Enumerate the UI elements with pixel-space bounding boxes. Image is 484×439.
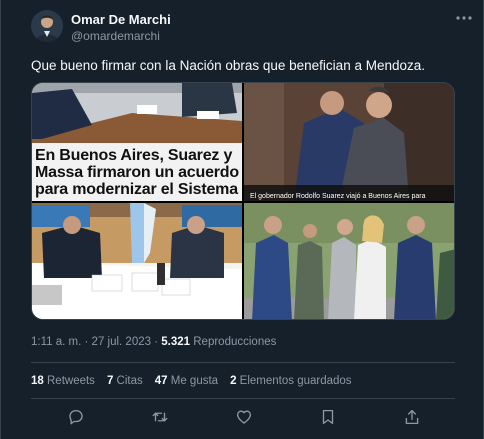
media-image-3[interactable] (32, 203, 242, 319)
bookmark-icon (322, 409, 334, 425)
meta-separator: · (84, 336, 89, 348)
retweet-icon (152, 412, 168, 422)
quotes-stat[interactable]: 7 Citas (107, 375, 143, 387)
quotes-count: 7 (106, 375, 114, 387)
avatar[interactable] (31, 10, 63, 42)
likes-stat[interactable]: 47 Me gusta (155, 375, 218, 387)
share-button[interactable] (401, 406, 423, 428)
share-icon (405, 409, 419, 425)
media-image-4[interactable] (244, 203, 454, 319)
author-name[interactable]: Omar De Marchi (71, 12, 171, 27)
bookmarks-label: Elementos guardados (239, 375, 352, 387)
media-headline: En Buenos Aires, Suarez y Massa firmaron… (35, 147, 239, 198)
media-caption: El gobernador Rodolfo Suarez viajó a Bue… (250, 193, 426, 200)
like-button[interactable] (233, 406, 255, 428)
meta-separator: · (154, 336, 159, 348)
bookmark-button[interactable] (317, 406, 339, 428)
author-handle[interactable]: @omardemarchi (71, 29, 160, 43)
likes-count: 47 (154, 375, 168, 387)
more-options-button[interactable] (453, 10, 475, 26)
bookmarks-count: 2 (230, 375, 237, 387)
views-label: Reproducciones (193, 336, 277, 348)
retweets-label: Retweets (47, 375, 95, 387)
bookmarks-stat[interactable]: 2 Elementos guardados (230, 375, 352, 387)
tweet-text: Que bueno firmar con la Nación obras que… (31, 58, 425, 73)
retweets-stat[interactable]: 18 Retweets (31, 375, 95, 387)
tweet-stats: 18 Retweets 7 Citas 47 Me gusta 2 Elemen… (31, 375, 352, 387)
action-bar (31, 406, 455, 430)
likes-label: Me gusta (170, 375, 219, 387)
media-grid: En Buenos Aires, Suarez y Massa firmaron… (31, 82, 455, 320)
quotes-label: Citas (116, 375, 143, 387)
tweet-time[interactable]: 1:11 a. m. (31, 336, 81, 348)
views-count: 5.321 (161, 336, 191, 348)
tweet-card: Omar De Marchi @omardemarchi Que bueno f… (0, 0, 484, 439)
more-icon (456, 16, 472, 20)
tweet-meta: 1:11 a. m. · 27 jul. 2023 · 5.321 Reprod… (31, 336, 276, 348)
retweet-button[interactable] (149, 406, 171, 428)
reply-button[interactable] (65, 406, 87, 428)
divider (31, 398, 455, 399)
tweet-date[interactable]: 27 jul. 2023 (92, 336, 151, 348)
media-image-2[interactable]: El gobernador Rodolfo Suarez viajó a Bue… (244, 83, 454, 201)
media-image-1[interactable]: En Buenos Aires, Suarez y Massa firmaron… (32, 83, 242, 201)
divider (31, 362, 455, 363)
heart-icon (236, 410, 252, 424)
reply-icon (69, 409, 83, 425)
retweets-count: 18 (31, 375, 44, 387)
